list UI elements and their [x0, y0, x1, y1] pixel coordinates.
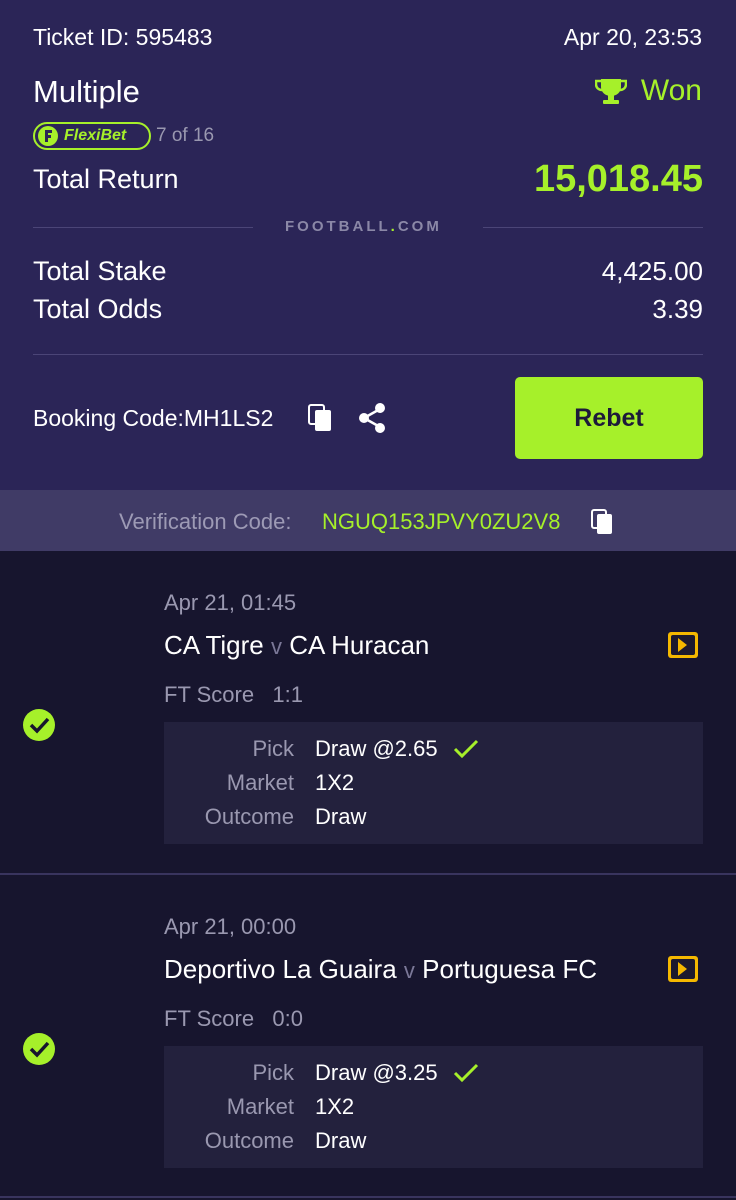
home-team: CA Tigre: [164, 630, 264, 660]
checkmark-icon: [453, 739, 478, 759]
trophy-icon: [594, 79, 627, 104]
rebet-button[interactable]: Rebet: [515, 377, 703, 459]
pick-details: Pick Draw @3.25 Market 1X2 Outcome Draw: [164, 1046, 703, 1168]
pick-value: Draw @3.25: [315, 1060, 438, 1085]
pick-label: Pick: [252, 736, 294, 761]
total-return-label: Total Return: [33, 164, 179, 194]
share-icon[interactable]: [356, 402, 388, 434]
match-teams[interactable]: CA Tigre v CA Huracan: [164, 630, 429, 661]
outcome-value: Draw: [315, 1128, 367, 1153]
match-teams[interactable]: Deportivo La Guaira v Portuguesa FC: [164, 954, 597, 985]
outcome-label: Outcome: [204, 804, 294, 829]
status-text: Won: [640, 74, 702, 107]
away-team: CA Huracan: [289, 630, 430, 660]
divider: [33, 354, 703, 355]
ft-score: FT Score 1:1: [164, 682, 303, 707]
verification-code: NGUQ153JPVY0ZU2V8: [322, 509, 561, 534]
pick-value: Draw @2.65: [315, 736, 438, 761]
check-circle-icon: [23, 1033, 55, 1065]
brand-logo: FOOTBALL.COM: [285, 218, 442, 235]
pick-label: Pick: [252, 1060, 294, 1085]
versus: v: [403, 958, 415, 983]
match-date: Apr 21, 01:45: [164, 590, 297, 615]
ticket-datetime: Apr 20, 23:53: [563, 24, 702, 50]
booking-code: Booking Code:MH1LS2: [33, 405, 274, 431]
match-date: Apr 21, 00:00: [164, 914, 297, 939]
market-value: 1X2: [315, 1094, 355, 1119]
home-team: Deportivo La Guaira: [164, 954, 397, 984]
total-odds-value: 3.39: [652, 294, 703, 324]
market-value: 1X2: [315, 770, 355, 795]
flexibet-badge: FlexiBet: [33, 122, 151, 150]
total-odds-label: Total Odds: [33, 294, 163, 324]
outcome-label: Outcome: [204, 1128, 294, 1153]
status-badge: Won: [594, 74, 702, 108]
live-stream-icon[interactable]: [667, 955, 699, 983]
market-label: Market: [226, 1094, 294, 1119]
bet-type: Multiple: [33, 74, 140, 109]
versus: v: [270, 634, 282, 659]
pick-details: Pick Draw @2.65 Market 1X2 Outcome Draw: [164, 722, 703, 844]
flexibet-count: 7 of 16: [156, 125, 215, 146]
total-stake-value: 4,425.00: [601, 256, 703, 286]
check-circle-icon: [23, 709, 55, 741]
ft-score: FT Score 0:0: [164, 1006, 303, 1031]
divider: [0, 1196, 736, 1198]
ticket-id: Ticket ID: 595483: [33, 24, 213, 50]
live-stream-icon[interactable]: [667, 631, 699, 659]
copy-icon[interactable]: [308, 404, 332, 432]
total-stake-label: Total Stake: [33, 256, 167, 286]
divider: [33, 227, 253, 228]
verification-label: Verification Code:: [119, 509, 292, 534]
flexibet-icon: [38, 126, 58, 146]
outcome-value: Draw: [315, 804, 367, 829]
away-team: Portuguesa FC: [422, 954, 598, 984]
market-label: Market: [226, 770, 294, 795]
divider: [0, 873, 736, 875]
checkmark-icon: [453, 1063, 478, 1083]
copy-icon[interactable]: [591, 509, 613, 535]
divider: [483, 227, 703, 228]
flexibet-label: FlexiBet: [64, 127, 127, 144]
total-return-value: 15,018.45: [533, 158, 703, 200]
